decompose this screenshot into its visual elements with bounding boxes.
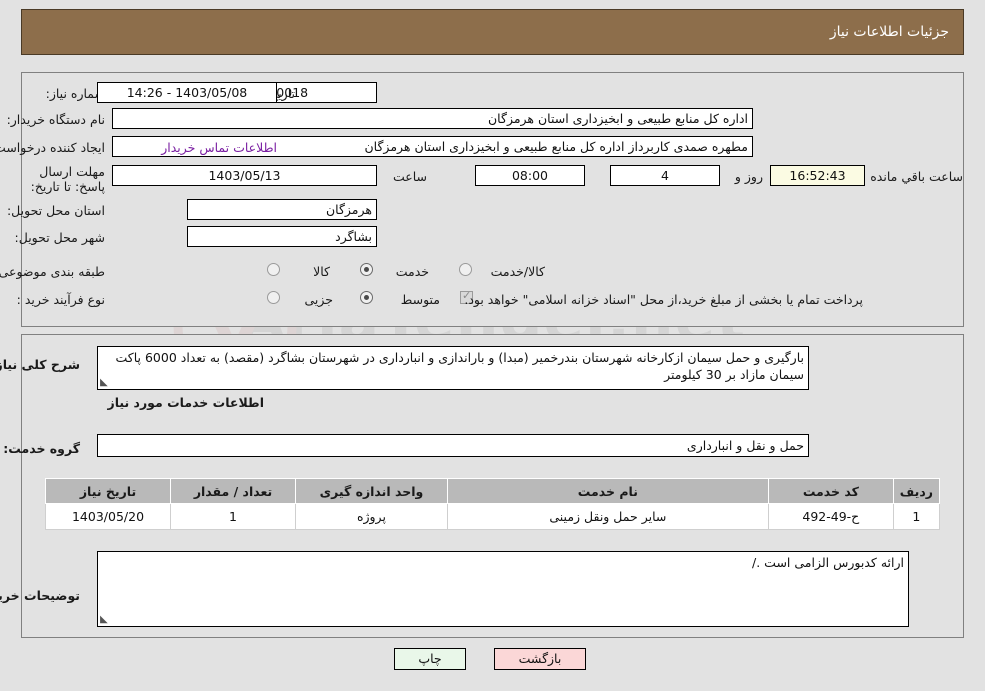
buyer-org-label: نام دستگاه خریدار: xyxy=(6,112,105,127)
services-table: ردیف کد خدمت نام خدمت واحد اندازه گیری تعداد… xyxy=(44,478,941,530)
radio-category-kala-label: کالا xyxy=(313,264,330,279)
radio-category-kala[interactable] xyxy=(267,263,280,276)
buyer-contact-link[interactable]: اطلاعات تماس خریدار xyxy=(161,140,277,155)
process-label: نوع فرآیند خرید : xyxy=(16,292,105,307)
table-column-header: تاریخ نیاز xyxy=(44,478,172,504)
table-header-row: ردیف کد خدمت نام خدمت واحد اندازه گیری تعداد… xyxy=(44,478,941,504)
buyer-org-value: اداره کل منابع طبیعی و ابخیزداری استان ه… xyxy=(112,108,753,129)
table-column-header: واحد اندازه گیری xyxy=(295,478,448,504)
resize-grip-icon[interactable]: ◢ xyxy=(100,377,110,388)
hour-label: ساعت xyxy=(392,169,427,184)
page-header: جزئیات اطلاعات نیاز xyxy=(21,9,964,55)
deadline-date: 1403/05/13 xyxy=(112,165,377,186)
table-cell: 1403/05/20 xyxy=(44,503,172,530)
city-value: بشاگرد xyxy=(187,226,377,247)
city-label: شهر محل تحویل: xyxy=(14,230,105,245)
back-button[interactable]: بازگشت xyxy=(494,648,586,670)
description-label: شرح کلی نیاز: xyxy=(0,357,80,372)
buyer-notes-label: توضیحات خریدار: xyxy=(0,588,80,603)
print-button[interactable]: چاپ xyxy=(394,648,466,670)
public-announce-value: 1403/05/08 - 14:26 xyxy=(97,82,277,103)
province-value: هرمزگان xyxy=(187,199,377,220)
deadline-time: 08:00 xyxy=(475,165,585,186)
table-cell: ح-49-492 xyxy=(767,503,894,530)
buyer-notes-textarea[interactable]: ارائه کدبورس الزامی است ./ ◢ xyxy=(97,551,909,627)
days-unit-label: روز و xyxy=(734,169,763,184)
page-root: AriaTender.net جزئیات اطلاعات نیاز شماره… xyxy=(0,0,985,691)
remaining-days: 4 xyxy=(610,165,720,186)
resize-grip-icon-2[interactable]: ◢ xyxy=(100,614,110,625)
radio-category-khedmat-label: خدمت xyxy=(395,264,429,279)
service-group-label: گروه خدمت: xyxy=(3,441,80,456)
description-textarea[interactable]: بارگیری و حمل سیمان ازکارخانه شهرستان بن… xyxy=(97,346,809,390)
table-column-header: کد خدمت xyxy=(767,478,894,504)
table-cell: سایر حمل ونقل زمینی xyxy=(446,503,769,530)
table-cell: 1 xyxy=(892,503,941,530)
page-title: جزئیات اطلاعات نیاز xyxy=(829,24,949,40)
countdown-timer: 16:52:43 xyxy=(770,165,865,186)
category-label: طبقه بندی موضوعی: xyxy=(0,264,105,279)
table-row: 1 ح-49-492 سایر حمل ونقل زمینی پروژه 1 1403/0… xyxy=(44,503,941,530)
radio-category-kala-khedmat-label: کالا/خدمت xyxy=(490,264,545,279)
deadline-label: مهلت ارسال پاسخ: تا تاریخ: xyxy=(30,164,105,194)
radio-process-jozee[interactable] xyxy=(267,291,280,304)
table-column-header: تعداد / مقدار xyxy=(170,478,297,504)
treasury-bond-text: پرداخت تمام یا بخشی از مبلغ خرید،از محل … xyxy=(464,292,863,307)
requester-label: ایجاد کننده درخواست: xyxy=(0,140,105,155)
table-cell: 1 xyxy=(170,503,297,530)
radio-process-motevaset-label: متوسط xyxy=(400,292,440,307)
radio-process-jozee-label: جزیی xyxy=(304,292,333,307)
table-body: 1 ح-49-492 سایر حمل ونقل زمینی پروژه 1 1403/0… xyxy=(44,503,941,530)
buyer-notes-value: ارائه کدبورس الزامی است ./ xyxy=(752,555,904,570)
table-column-header: نام خدمت xyxy=(446,478,769,504)
radio-category-khedmat[interactable] xyxy=(360,263,373,276)
table-column-header: ردیف xyxy=(892,478,941,504)
table-cell: پروژه xyxy=(295,503,448,530)
service-group-value: حمل و نقل و انبارداری xyxy=(97,434,809,457)
services-heading: اطلاعات خدمات مورد نیاز xyxy=(107,395,265,410)
province-label: استان محل تحویل: xyxy=(6,203,105,218)
countdown-suffix-label: ساعت باقي مانده xyxy=(870,169,963,184)
radio-category-kala-khedmat[interactable] xyxy=(459,263,472,276)
radio-process-motevaset[interactable] xyxy=(360,291,373,304)
description-value: بارگیری و حمل سیمان ازکارخانه شهرستان بن… xyxy=(115,350,804,382)
